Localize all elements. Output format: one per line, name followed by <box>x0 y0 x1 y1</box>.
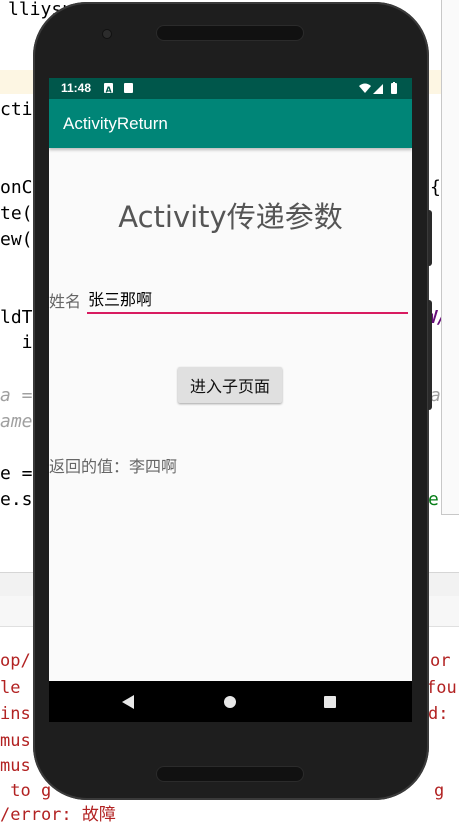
front-camera <box>103 30 111 38</box>
top-speaker <box>157 26 303 40</box>
ide-side-panel-edge <box>441 514 459 515</box>
home-icon[interactable] <box>224 696 236 708</box>
ide-side-panel <box>441 0 459 515</box>
console-line: mus <box>0 756 31 776</box>
console-fragment: or <box>430 651 451 671</box>
code-line: e.s <box>0 489 33 510</box>
battery-icon <box>391 82 397 94</box>
console-line: mus <box>0 731 31 751</box>
code-line: e = <box>0 463 33 484</box>
code-line: ew( <box>0 229 33 250</box>
status-bar: 11:48 A <box>49 78 412 99</box>
page-heading: Activity传递参数 <box>118 200 343 234</box>
code-line: ame <box>0 411 33 432</box>
signal-icon <box>373 84 383 94</box>
console-line: /error: 故障 <box>0 805 116 825</box>
power-button[interactable] <box>428 210 432 266</box>
console-line: le <box>0 678 21 698</box>
code-line: ldT <box>0 307 33 328</box>
name-input[interactable] <box>87 284 408 314</box>
enter-subpage-button[interactable]: 进入子页面 <box>178 367 282 403</box>
notification-a-icon: A <box>104 83 113 95</box>
code-fragment: { <box>430 177 441 198</box>
status-time: 11:48 <box>61 81 92 95</box>
code-line: te( <box>0 203 33 224</box>
name-label: 姓名 <box>49 292 82 311</box>
console-line: op/ <box>0 651 31 671</box>
console-line: to g <box>0 781 52 801</box>
wifi-icon <box>359 83 371 93</box>
app-title: ActivityReturn <box>63 114 168 133</box>
code-line: onC <box>0 177 33 198</box>
console-fragment: g <box>434 781 445 801</box>
return-value-text: 返回的值：李四啊 <box>49 457 178 476</box>
status-icons <box>358 82 402 98</box>
back-icon[interactable] <box>122 695 134 709</box>
sd-card-icon <box>124 83 133 93</box>
console-fragment: fou <box>426 678 457 698</box>
code-line: a = <box>0 385 33 406</box>
phone-screen: 11:48 A ActivityReturn Activity传递参数 姓名 张… <box>49 78 412 722</box>
navigation-bar <box>49 681 412 722</box>
bottom-speaker <box>157 767 303 781</box>
console-fragment: d: <box>428 704 449 724</box>
svg-text:A: A <box>106 86 113 95</box>
console-line: ins <box>0 704 31 724</box>
app-bar: ActivityReturn <box>49 99 412 148</box>
recents-icon[interactable] <box>324 696 336 708</box>
volume-button[interactable] <box>428 300 432 410</box>
